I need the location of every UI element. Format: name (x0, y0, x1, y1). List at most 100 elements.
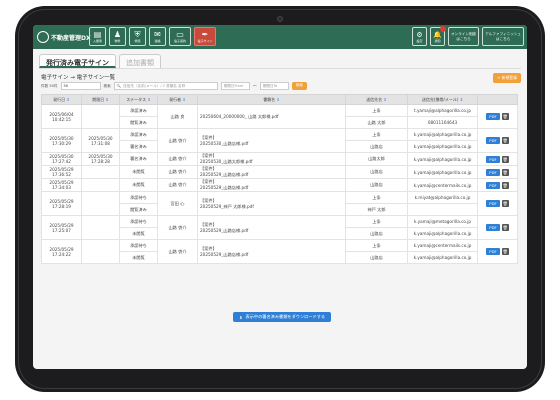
header-link-button-0[interactable]: オンライン相談 はこちら (448, 27, 480, 46)
tab-additional-docs[interactable]: 追加書類 (119, 54, 161, 68)
column-header[interactable]: 送信先(携帯/メール) ⇕ (407, 94, 478, 105)
nav-repair-icon: ⛨ (134, 29, 141, 39)
document-name[interactable]: 20250529_山路店様.pdf (200, 252, 343, 258)
filter-bar: 件数 50件 50 検索 🔍 送信先（名前/メール）/ 2 書類名 名称 期間日… (41, 82, 307, 90)
nav-repair-label: 修繕 (134, 38, 141, 43)
trash-icon[interactable]: 🗑 (501, 200, 509, 207)
recipient-cell: 山路店 (345, 165, 408, 179)
issuer-cell: 山路 啓介 (157, 215, 198, 240)
pdf-button[interactable]: PDF (486, 155, 500, 163)
document-cell[interactable]: 【案件】 20250529_山路店様.pdf (197, 239, 346, 264)
count-select[interactable]: 50 (60, 82, 101, 90)
pdf-button[interactable]: PDF (486, 248, 500, 255)
tab-issued-esign[interactable]: 発行済み電子サイン (39, 54, 116, 68)
document-cell[interactable]: 【案件】 20250529_山路店様.pdf (197, 165, 346, 179)
document-cell[interactable]: 【案件】 20250530_山路店様.pdf (197, 128, 346, 153)
settings-button[interactable]: ⚙ 設定 (412, 27, 427, 46)
download-signed-button[interactable]: ⬇ 表示中の署名済み書類をダウンロードする (233, 312, 332, 322)
document-name[interactable]: 20250529_山路店様.pdf (200, 228, 343, 234)
contact-cell: k.yamaji@alphagorilla.co.jp (407, 128, 478, 141)
issued-date-line: 17:28:19 (52, 203, 71, 209)
settings-label: 設定 (416, 38, 423, 43)
nav-contract-button[interactable]: ▭ 電子契約 (169, 27, 191, 46)
header-link-button-1[interactable]: アルファフィニッシュ はこちら (482, 27, 524, 46)
column-header[interactable]: 発行日 ⇕ (41, 94, 82, 105)
trash-icon[interactable]: 🗑 (501, 113, 509, 120)
search-icon: 🔍 (116, 84, 122, 88)
nav-property-label: 物件 (114, 38, 121, 43)
deadline-cell: 2025/05/30 17:31:08 (81, 128, 120, 153)
table-row: 2025/05/29 17:25:07 承認待ち 山路 啓介 【案件】 20250529_… (41, 215, 518, 240)
column-header (477, 94, 518, 105)
recipient-cell: 山路 太郎 (345, 116, 408, 129)
nav-tenant-button[interactable]: ▤ 入居者 (89, 27, 106, 46)
nav-contact-icon: ✉ (154, 29, 161, 39)
issued-date-line: 17:24:22 (52, 251, 71, 257)
brand-logo-icon (37, 31, 49, 43)
actions-cell: PDF 🗑 (477, 128, 518, 153)
document-cell[interactable]: 【案件】 20250530_山路太郎様.pdf (197, 152, 346, 166)
trash-icon[interactable]: 🗑 (501, 155, 509, 163)
nav-property-button[interactable]: ♟ 物件 (109, 27, 126, 46)
issued-date-line: 17:34:03 (52, 185, 71, 190)
pdf-button[interactable]: PDF (486, 113, 500, 120)
nav-repair-button[interactable]: ⛨ 修繕 (129, 27, 146, 46)
deadline-cell (81, 178, 120, 192)
column-header[interactable]: 発行者 ⇕ (157, 94, 198, 105)
issued-date-cell: 2025/05/30 17:30:29 (41, 128, 82, 153)
document-name[interactable]: 20250604_20000000_ 山路 太郎様.pdf (200, 114, 343, 120)
deadline-cell (81, 215, 120, 240)
document-name[interactable]: 20250530_山路太郎様.pdf (200, 159, 343, 165)
sort-icon[interactable]: ⇕ (382, 97, 386, 102)
pdf-button[interactable]: PDF (486, 181, 500, 189)
sort-icon[interactable]: ⇕ (275, 97, 279, 102)
document-name[interactable]: 20250529_山路店様.pdf (200, 172, 343, 178)
status-cell: 承認待ち (119, 191, 158, 204)
document-cell[interactable]: 20250604_20000000_ 山路 太郎様.pdf (197, 104, 346, 129)
document-name[interactable]: 20250530_山路店様.pdf (200, 141, 343, 147)
search-input[interactable]: 🔍 送信先（名前/メール）/ 2 書類名 名称 (113, 82, 218, 90)
document-cell[interactable]: 【案件】 20250529_神戸 太郎様.pdf (197, 191, 346, 216)
document-cell[interactable]: 【案件】 20250529_山路店様.pdf (197, 178, 346, 192)
nav-contact-label: 連絡 (154, 38, 161, 43)
trash-icon[interactable]: 🗑 (501, 168, 509, 176)
pdf-button[interactable]: PDF (486, 137, 500, 144)
document-cell[interactable]: 【案件】 20250529_山路店様.pdf (197, 215, 346, 240)
pdf-button[interactable]: PDF (486, 168, 500, 176)
nav-contact-button[interactable]: ✉ 連絡 (149, 27, 166, 46)
notifications-button[interactable]: 🔔 通知 (430, 26, 446, 46)
new-register-button[interactable]: + 新規登録 (493, 73, 521, 83)
brand[interactable]: 不動産管理DX (37, 31, 91, 43)
table-row: 2025/05/30 17:30:29 2025/05/30 17:31:08 承認済み… (41, 128, 518, 153)
pdf-button[interactable]: PDF (486, 200, 500, 207)
issued-date-cell: 2025/05/29 17:28:19 (41, 191, 82, 216)
table-row: 2025/06/04 10:42:15 承認済み 山路 良 20250604_20000… (41, 104, 518, 129)
sort-icon[interactable]: ⇕ (65, 97, 69, 102)
header-link-line2: はこちら (456, 36, 471, 41)
sort-icon[interactable]: ⇕ (458, 97, 463, 102)
trash-icon[interactable]: 🗑 (501, 224, 509, 231)
trash-icon[interactable]: 🗑 (501, 248, 509, 255)
pdf-button[interactable]: PDF (486, 224, 500, 231)
actions-cell: PDF 🗑 (477, 152, 518, 166)
trash-icon[interactable]: 🗑 (501, 137, 509, 144)
notifications-icon: 🔔 (433, 30, 442, 39)
document-name[interactable]: 20250529_山路店様.pdf (200, 185, 343, 191)
sort-icon[interactable]: ⇕ (181, 97, 185, 102)
date-from-input[interactable]: 期間日From (220, 82, 250, 90)
date-to-input[interactable]: 期間日To (259, 82, 289, 90)
document-name[interactable]: 20250529_神戸 太郎様.pdf (200, 204, 343, 210)
column-header[interactable]: ステータス ⇕ (119, 94, 158, 105)
date-separator: 〜 (252, 83, 257, 88)
search-button[interactable]: 検索 (291, 82, 307, 90)
recipient-cell: 上条 (345, 104, 408, 117)
nav-esign-button[interactable]: ✒ 電子サイン (194, 27, 216, 46)
status-cell: 署名済み (119, 152, 158, 166)
column-header[interactable]: 送信先名 ⇕ (345, 94, 408, 105)
sort-icon[interactable]: ⇕ (104, 97, 108, 102)
trash-icon[interactable]: 🗑 (501, 181, 509, 189)
column-header[interactable]: 期限日 ⇕ (81, 94, 120, 105)
contact-cell: k.yamaji@centermails.co.jp (407, 239, 478, 252)
sort-icon[interactable]: ⇕ (146, 97, 150, 102)
column-header[interactable]: 書類名 ⇕ (197, 94, 346, 105)
